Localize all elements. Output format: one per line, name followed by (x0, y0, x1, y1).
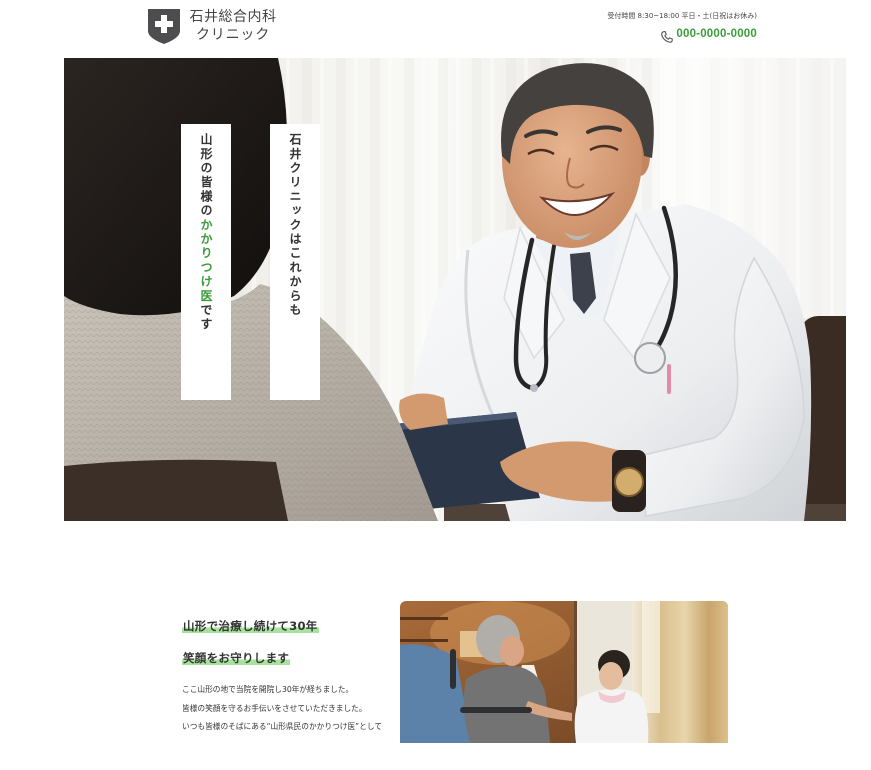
cross-shield-icon (148, 9, 180, 44)
hero-catch-left: 山形の皆様のかかりつけ医です (181, 124, 231, 400)
site-header: 石井総合内科 クリニック 受付時間 8:30~18:00 平日・土(日祝はお休み… (0, 0, 871, 58)
intro-paragraph: 皆様の笑顔を守るお手伝いをさせていただきました。 (182, 703, 367, 713)
intro-heading-1: 山形で治療し続けて30年 (182, 618, 319, 634)
clinic-name-line1: 石井総合内科 (189, 9, 277, 25)
intro-paragraph: いつも皆様のそばにある“山形県民のかかりつけ医”として (182, 722, 383, 731)
clinic-name-line2: クリニック (196, 27, 270, 43)
phone-number: 000-0000-0000 (676, 28, 757, 40)
intro-heading-2: 笑顔をお守りします (182, 650, 291, 666)
phone-link[interactable]: 000-0000-0000 (661, 27, 757, 43)
hero-catch-left-after: です (199, 303, 213, 332)
opening-hours: 受付時間 8:30~18:00 平日・土(日祝はお休み) (607, 12, 757, 20)
phone-icon (661, 28, 674, 43)
logo-link[interactable]: 石井総合内科 クリニック (148, 9, 278, 44)
clinic-name: 石井総合内科 クリニック (188, 9, 278, 44)
intro-photo (400, 601, 728, 743)
hero-catch-right: 石井クリニックはこれからも (270, 124, 320, 400)
hero-catch-left-before: 山形の皆様の (199, 133, 213, 219)
hero-catch-right-text: 石井クリニックはこれからも (288, 133, 302, 318)
intro-paragraph: ここ山形の地で当院を開院し30年が経ちました。 (182, 685, 354, 694)
hero: 石井クリニックはこれからも 山形の皆様のかかりつけ医です (64, 58, 846, 521)
hero-catch-left-text: 山形の皆様のかかりつけ医です (199, 133, 213, 332)
contact-info: 受付時間 8:30~18:00 平日・土(日祝はお休み) 000-0000-00… (607, 11, 757, 47)
intro-text: ここ山形の地で当院を開院し30年が経ちました。 皆様の笑顔を守るお手伝いをさせて… (182, 681, 394, 737)
hero-catch-highlight: かかりつけ医 (199, 218, 213, 304)
